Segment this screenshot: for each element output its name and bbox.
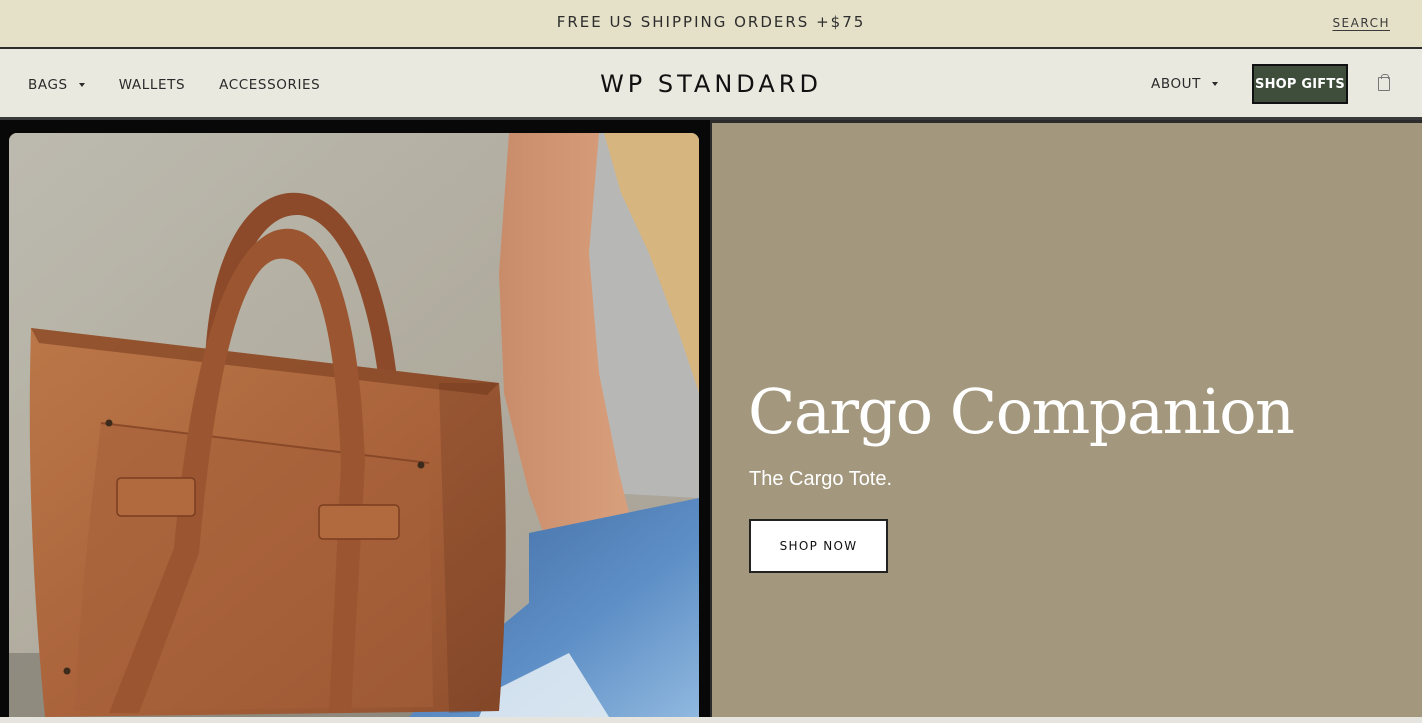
nav-item-about-label: ABOUT [1150,76,1201,92]
cargo-tote-photo [9,133,699,717]
search-link[interactable]: SEARCH [1332,16,1390,30]
shipping-announcement: FREE US SHIPPING ORDERS +$75 [556,13,866,31]
announcement-bar: FREE US SHIPPING ORDERS +$75 SEARCH [0,0,1422,49]
hero-subheadline: The Cargo Tote. [749,468,893,490]
shop-now-button[interactable]: SHOP NOW [749,519,888,573]
nav-right: ABOUT SHOP GIFTS [1151,64,1390,104]
hero-text-panel: Cargo Companion The Cargo Tote. SHOP NOW [710,120,1422,717]
page-bottom-strip [0,717,1422,723]
hero-photo [9,133,699,717]
main-nav: BAGS WALLETS ACCESSORIES WP STANDARD ABO… [0,49,1422,120]
shopping-bag-icon[interactable] [1378,74,1390,91]
caret-down-icon [1212,82,1218,86]
hero-section: Cargo Companion The Cargo Tote. SHOP NOW [0,120,1422,717]
hero-headline: Cargo Companion [748,375,1295,448]
nav-item-about[interactable]: ABOUT [1151,76,1218,92]
hero-image-panel [0,120,710,717]
shop-gifts-button[interactable]: SHOP GIFTS [1252,64,1348,104]
